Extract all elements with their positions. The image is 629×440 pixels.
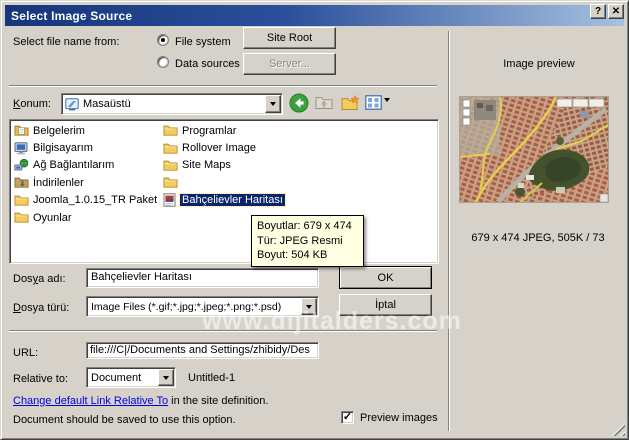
views-icon[interactable] — [365, 95, 382, 110]
relative-to-dropdown-arrow[interactable] — [158, 369, 174, 386]
ok-label: OK — [377, 271, 394, 284]
document-name: Untitled-1 — [188, 372, 236, 384]
file-name[interactable]: Bilgisayarım — [31, 142, 95, 154]
my-computer-icon — [14, 141, 31, 155]
file-name[interactable]: Joomla_1.0.15_TR Paket — [31, 194, 159, 206]
link-rest: in the site definition. — [168, 395, 269, 407]
image-preview-title: Image preview — [503, 58, 575, 70]
file-name-input[interactable]: Bahçelievler Haritası — [86, 268, 319, 288]
url-label: URL: — [13, 347, 39, 359]
select-image-source-dialog: Select Image Source ? ✕ Select file name… — [0, 0, 629, 440]
back-icon[interactable] — [289, 93, 309, 113]
list-item[interactable]: Rollover Image — [163, 139, 285, 156]
resize-grip[interactable] — [612, 423, 625, 436]
list-item[interactable]: Ağ Bağlantılarım — [14, 157, 159, 174]
download-folder-icon — [14, 176, 31, 189]
file-name[interactable]: Oyunlar — [31, 212, 74, 224]
separator-top — [9, 85, 437, 87]
file-info-tooltip: Boyutlar: 679 x 474 Tür: JPEG Resmi Boyu… — [251, 215, 364, 267]
preview-images-checkbox[interactable]: ✓ — [341, 411, 354, 424]
file-system-radio[interactable] — [157, 34, 169, 46]
file-system-label[interactable]: File system — [175, 36, 231, 48]
views-dropdown-arrow[interactable] — [384, 98, 390, 114]
close-button[interactable]: ✕ — [608, 4, 624, 19]
site-root-label: Site Root — [266, 32, 313, 44]
select-file-name-from-label: Select file name from: — [13, 36, 120, 48]
server-label: Server... — [269, 58, 310, 70]
link-line: Change default Link Relative To in the s… — [13, 395, 268, 407]
file-name[interactable]: Belgelerim — [31, 125, 87, 137]
list-item[interactable]: Oyunlar — [14, 209, 159, 226]
list-item[interactable]: Bilgisayarım — [14, 139, 159, 156]
server-button: Server... — [243, 53, 336, 75]
tooltip-size: Boyut: 504 KB — [257, 249, 328, 261]
file-name-label: Dosya adı: — [13, 273, 66, 285]
desktop-icon — [65, 97, 79, 111]
folder-icon — [163, 142, 180, 155]
tooltip-type: Tür: JPEG Resmi — [257, 234, 343, 247]
image-preview-thumbnail[interactable] — [459, 96, 609, 204]
location-dropdown-arrow[interactable] — [265, 95, 281, 113]
data-sources-label[interactable]: Data sources — [175, 58, 240, 70]
list-item[interactable]: İndirilenler — [14, 174, 159, 191]
change-default-link[interactable]: Change default Link Relative To — [13, 395, 168, 407]
list-item-selected[interactable]: Bahçelievler Haritası — [163, 192, 286, 209]
folder-icon — [14, 194, 31, 207]
close-icon: ✕ — [611, 5, 621, 17]
cancel-button[interactable]: İptal — [339, 294, 432, 316]
help-button[interactable]: ? — [590, 4, 606, 19]
new-folder-icon[interactable] — [341, 95, 360, 111]
site-root-button[interactable]: Site Root — [243, 27, 336, 49]
file-list[interactable]: Belgelerim Bilgisayarım Ağ Bağlantılarım… — [9, 119, 439, 264]
folder-icon — [163, 176, 180, 189]
url-input[interactable]: file:///C|/Documents and Settings/zhibid… — [86, 342, 319, 359]
file-name-value: Bahçelievler Haritası — [91, 271, 192, 283]
preview-separator — [448, 31, 450, 431]
dialog-title: Select Image Source — [11, 8, 133, 23]
tooltip-dimensions: Boyutlar: 679 x 474 — [257, 220, 352, 232]
url-value: file:///C|/Documents and Settings/zhibid… — [90, 344, 310, 356]
file-name[interactable]: Rollover Image — [180, 142, 258, 154]
list-item[interactable]: Joomla_1.0.15_TR Paket — [14, 192, 159, 209]
check-icon: ✓ — [342, 411, 353, 423]
file-type-dropdown-arrow[interactable] — [301, 298, 317, 315]
relative-to-combobox[interactable]: Document — [86, 367, 176, 388]
relative-to-label: Relative to: — [13, 373, 69, 385]
folder-icon — [14, 211, 31, 224]
file-type-label: Dosya türü: — [13, 302, 70, 314]
ok-button[interactable]: OK — [339, 266, 432, 289]
cancel-label: İptal — [375, 299, 396, 311]
folder-icon — [163, 159, 180, 172]
relative-to-value: Document — [91, 371, 142, 384]
title-bar[interactable]: Select Image Source — [5, 5, 624, 26]
help-icon: ? — [594, 5, 602, 17]
save-note: Document should be saved to use this opt… — [13, 414, 236, 426]
up-folder-icon — [315, 95, 333, 110]
location-value: Masaüstü — [83, 98, 131, 110]
image-preview-caption: 679 x 474 JPEG, 505K / 73 — [471, 232, 605, 244]
file-name[interactable]: Ağ Bağlantılarım — [31, 159, 116, 171]
data-sources-radio[interactable] — [157, 56, 169, 68]
map-thumbnail-graphic — [459, 96, 609, 204]
list-item[interactable]: Site Maps — [163, 157, 285, 174]
folder-icon — [163, 124, 180, 137]
list-item[interactable]: Programlar — [163, 122, 285, 139]
file-name[interactable]: İndirilenler — [31, 177, 86, 189]
separator-bottom — [9, 330, 437, 332]
location-label: Konum: — [13, 98, 51, 110]
file-name[interactable]: Site Maps — [180, 159, 233, 171]
preview-images-label[interactable]: Preview images — [360, 412, 438, 424]
location-combobox[interactable]: Masaüstü — [61, 93, 283, 115]
network-icon — [14, 158, 31, 172]
file-type-combobox[interactable]: Image Files (*.gif;*.jpg;*.jpeg;*.png;*.… — [86, 296, 319, 317]
image-file-icon — [163, 193, 180, 207]
list-item[interactable]: Belgelerim — [14, 122, 159, 139]
my-documents-icon — [14, 124, 31, 137]
list-item[interactable] — [163, 174, 285, 191]
selected-file-name[interactable]: Bahçelievler Haritası — [179, 193, 286, 208]
file-type-value: Image Files (*.gif;*.jpg;*.jpeg;*.png;*.… — [91, 300, 282, 313]
file-name[interactable]: Programlar — [180, 125, 238, 137]
